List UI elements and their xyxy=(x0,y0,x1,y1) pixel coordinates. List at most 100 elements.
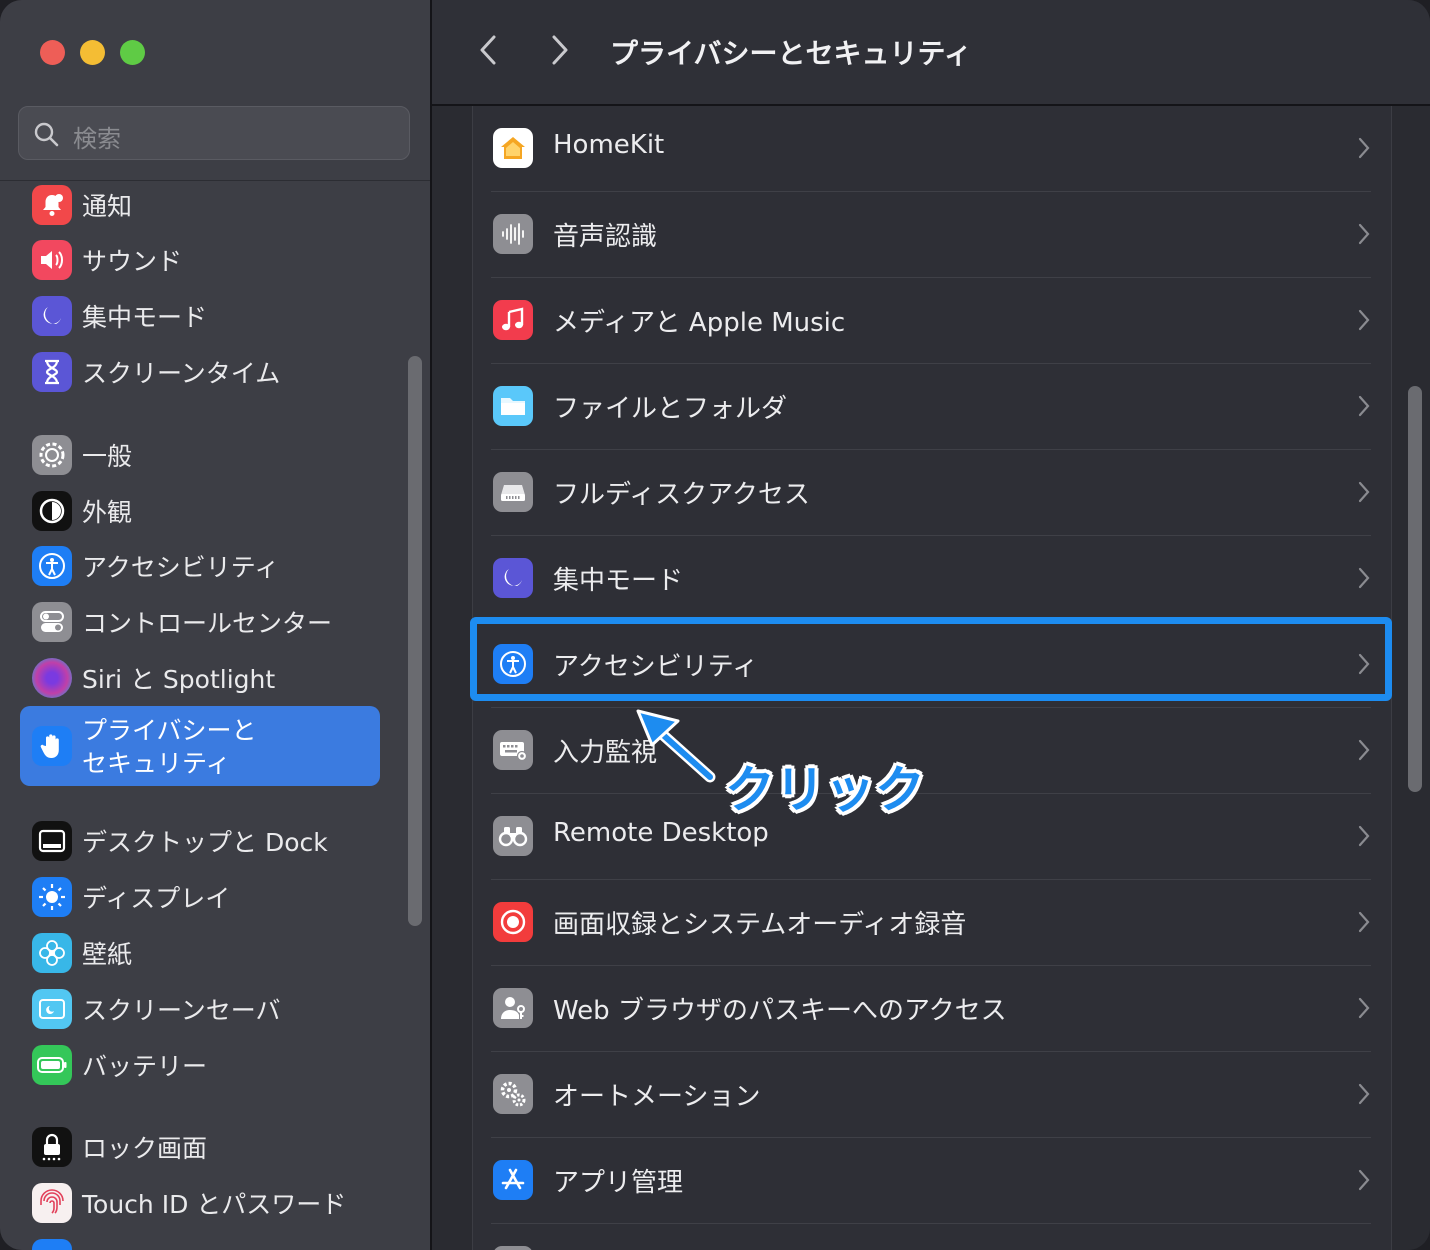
sidebar-item-label: 通知 xyxy=(82,192,133,221)
sidebar-item-label: プライバシーと セキュリティ xyxy=(82,716,257,778)
sidebar-item-label: Touch ID とパスワード xyxy=(82,1190,347,1219)
sidebar-item-focus[interactable]: 集中モード xyxy=(20,289,380,341)
sidebar-item-screen-time[interactable]: スクリーンタイム xyxy=(20,345,380,397)
sidebar-scrollbar[interactable] xyxy=(408,356,422,926)
lock-icon xyxy=(32,1127,72,1167)
list-row-focus[interactable]: 集中モード xyxy=(473,536,1391,622)
appearance-icon xyxy=(32,491,72,531)
dock-icon xyxy=(32,821,72,861)
music-note-icon xyxy=(493,300,533,340)
list-row-files-folders[interactable]: ファイルとフォルダ xyxy=(473,364,1391,450)
sidebar-item-privacy-security[interactable]: プライバシーと セキュリティ xyxy=(20,706,380,786)
toolbar: プライバシーとセキュリティ xyxy=(432,0,1430,106)
toggles-icon xyxy=(32,602,72,642)
list-row-full-disk-access[interactable]: フルディスクアクセス xyxy=(473,450,1391,536)
sidebar-item-displays[interactable]: ディスプレイ xyxy=(20,870,380,922)
main-scrollbar[interactable] xyxy=(1408,386,1422,792)
screensaver-icon xyxy=(32,989,72,1029)
list-row-homekit[interactable]: HomeKit xyxy=(473,106,1391,192)
sidebar-item-desktop-dock[interactable]: デスクトップと Dock xyxy=(20,814,380,866)
sidebar-item-label: バッテリー xyxy=(82,1052,208,1081)
row-label: 画面収録とシステムオーディオ録音 xyxy=(553,910,967,940)
sidebar-item-wallpaper[interactable]: 壁紙 xyxy=(20,926,380,978)
list-row-speech-recognition[interactable]: 音声認識 xyxy=(473,192,1391,278)
sidebar-list: 通知 サウンド 集中モード スクリーンタイム 一般 外観 アクセシビリティ コン… xyxy=(0,0,430,1250)
sidebar-item-battery[interactable]: バッテリー xyxy=(20,1038,380,1090)
row-label: オートメーション xyxy=(553,1082,761,1112)
row-label: Remote Desktop xyxy=(553,818,769,848)
annotation-label: クリック xyxy=(725,761,925,819)
sidebar-item-label: Siri と Spotlight xyxy=(82,665,276,694)
list-row-automation[interactable]: オートメーション xyxy=(473,1052,1391,1138)
sidebar-item-lock-screen[interactable]: ロック画面 xyxy=(20,1120,380,1172)
highlight-box xyxy=(470,617,1392,701)
settings-window: 検索 通知 サウンド 集中モード スクリーンタイム 一般 外観 アクセシビリティ… xyxy=(0,0,1430,1250)
sidebar: 検索 通知 サウンド 集中モード スクリーンタイム 一般 外観 アクセシビリティ… xyxy=(0,0,430,1250)
chevron-right-icon xyxy=(1358,309,1370,331)
sidebar-item-label: 集中モード xyxy=(82,303,208,332)
list-row-screen-recording[interactable]: 画面収録とシステムオーディオ録音 xyxy=(473,880,1391,966)
sidebar-item-sound[interactable]: サウンド xyxy=(20,233,380,285)
forward-button[interactable] xyxy=(540,30,580,70)
row-label: 音声認識 xyxy=(553,222,658,252)
speaker-icon xyxy=(32,240,72,280)
row-label: ファイルとフォルダ xyxy=(553,394,788,424)
waveform-icon xyxy=(493,214,533,254)
chevron-right-icon xyxy=(1358,481,1370,503)
list-row-input-monitoring[interactable]: 入力監視 xyxy=(473,708,1391,794)
gear-icon xyxy=(32,435,72,475)
chevron-right-icon xyxy=(1358,1083,1370,1105)
chevron-right-icon xyxy=(1358,567,1370,589)
chevron-right-icon xyxy=(552,35,568,65)
chevron-right-icon xyxy=(1358,739,1370,761)
chevron-right-icon xyxy=(1358,223,1370,245)
users-icon xyxy=(32,1239,72,1250)
siri-icon xyxy=(32,658,72,698)
binoculars-icon xyxy=(493,816,533,856)
sidebar-item-appearance[interactable]: 外観 xyxy=(20,484,380,536)
gears-icon xyxy=(493,1074,533,1114)
sidebar-item-label: サウンド xyxy=(82,247,183,276)
list-row-app-management[interactable]: アプリ管理 xyxy=(473,1138,1391,1224)
app-store-icon xyxy=(493,1160,533,1200)
sidebar-item-notifications[interactable]: 通知 xyxy=(20,178,380,230)
disk-icon xyxy=(493,472,533,512)
moon-icon xyxy=(32,296,72,336)
sidebar-item-general[interactable]: 一般 xyxy=(20,428,380,480)
chevron-right-icon xyxy=(1358,825,1370,847)
list-row-next[interactable] xyxy=(473,1224,1391,1250)
row-icon xyxy=(493,1246,533,1250)
sidebar-item-control-center[interactable]: コントロールセンター xyxy=(20,595,380,647)
sidebar-item-accessibility[interactable]: アクセシビリティ xyxy=(20,539,380,591)
sidebar-item-screensaver[interactable]: スクリーンセーバ xyxy=(20,982,380,1034)
person-key-icon xyxy=(493,988,533,1028)
home-icon xyxy=(493,128,533,168)
sidebar-item-siri-spotlight[interactable]: Siri と Spotlight xyxy=(20,651,380,703)
folder-icon xyxy=(493,386,533,426)
record-icon xyxy=(493,902,533,942)
hourglass-icon xyxy=(32,352,72,392)
sidebar-item-label: スクリーンタイム xyxy=(82,359,281,388)
chevron-right-icon xyxy=(1358,137,1370,159)
keyboard-icon xyxy=(493,730,533,770)
sidebar-item-label: アクセシビリティ xyxy=(82,553,280,582)
row-label: 集中モード xyxy=(553,566,684,596)
battery-icon xyxy=(32,1045,72,1085)
hand-icon xyxy=(32,726,72,766)
row-label: フルディスクアクセス xyxy=(553,480,810,510)
back-button[interactable] xyxy=(468,30,508,70)
list-row-media-music[interactable]: メディアと Apple Music xyxy=(473,278,1391,364)
bell-icon xyxy=(32,185,72,225)
accessibility-icon xyxy=(32,546,72,586)
sidebar-item-touch-id[interactable]: Touch ID とパスワード xyxy=(20,1176,380,1228)
flower-icon xyxy=(32,933,72,973)
list-row-passkeys[interactable]: Web ブラウザのパスキーへのアクセス xyxy=(473,966,1391,1052)
sidebar-item-next[interactable] xyxy=(20,1232,380,1250)
row-label: アプリ管理 xyxy=(553,1168,684,1198)
list-row-remote-desktop[interactable]: Remote Desktop xyxy=(473,794,1391,880)
chevron-left-icon xyxy=(480,35,496,65)
sidebar-item-label: 外観 xyxy=(82,498,133,527)
row-label: HomeKit xyxy=(553,130,665,160)
page-title: プライバシーとセキュリティ xyxy=(610,37,972,70)
row-label: メディアと Apple Music xyxy=(553,308,846,338)
